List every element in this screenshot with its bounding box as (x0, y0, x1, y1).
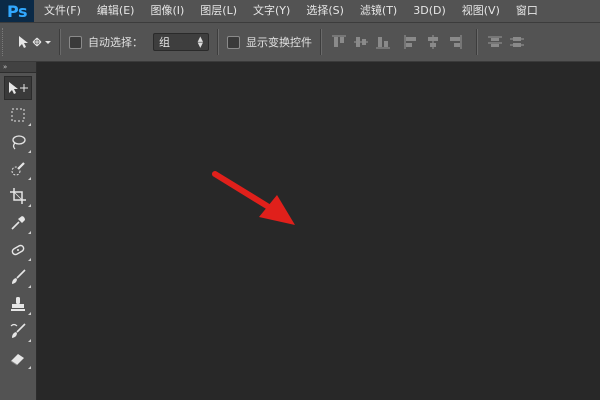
options-bar-grip[interactable] (2, 28, 9, 56)
tool-submenu-indicator (28, 285, 31, 288)
brush-icon (12, 269, 26, 284)
auto-select-value: 组 (159, 36, 170, 49)
menu-items: 文件(F) 编辑(E) 图像(I) 图层(L) 文字(Y) 选择(S) 滤镜(T… (34, 0, 544, 22)
menu-view[interactable]: 视图(V) (452, 0, 506, 22)
eyedropper-tool[interactable] (4, 211, 32, 235)
menu-3d[interactable]: 3D(D) (403, 0, 452, 22)
photoshop-logo: Ps (0, 0, 34, 22)
rectangular-marquee-tool[interactable] (4, 103, 32, 127)
tool-submenu-indicator (28, 177, 31, 180)
red-arrow-annotation-icon (212, 171, 295, 225)
distribute-top-edges-icon[interactable] (486, 33, 504, 51)
tool-submenu-indicator (28, 150, 31, 153)
align-left-edges-icon[interactable] (402, 33, 420, 51)
brush-tool[interactable] (4, 265, 32, 289)
menu-file[interactable]: 文件(F) (34, 0, 87, 22)
move-tool[interactable] (4, 76, 32, 100)
clone-stamp-icon (11, 297, 25, 311)
distribute-buttons (486, 33, 530, 51)
tool-submenu-indicator (28, 258, 31, 261)
auto-select-dropdown[interactable]: 组 ▲ ▼ (153, 33, 209, 51)
align-horizontal-centers-icon[interactable] (424, 33, 442, 51)
menu-layer[interactable]: 图层(L) (190, 0, 243, 22)
lasso-tool[interactable] (4, 130, 32, 154)
separator (476, 29, 478, 55)
clone-stamp-tool[interactable] (4, 292, 32, 316)
crop-tool[interactable] (4, 184, 32, 208)
healing-brush-icon (11, 244, 25, 256)
menu-filter[interactable]: 滤镜(T) (350, 0, 403, 22)
lasso-icon (12, 135, 26, 150)
tool-submenu-indicator (28, 339, 31, 342)
menu-edit[interactable]: 编辑(E) (87, 0, 141, 22)
show-transform-label: 显示变换控件 (246, 36, 312, 49)
show-transform-checkbox[interactable] (227, 35, 240, 49)
move-tool-icon (19, 36, 51, 48)
eyedropper-icon (11, 216, 25, 230)
align-right-edges-icon[interactable] (446, 33, 464, 51)
separator (59, 29, 61, 55)
tools-panel: » (0, 62, 37, 400)
rectangular-marquee-icon (11, 108, 25, 122)
eraser-tool[interactable] (4, 346, 32, 370)
align-vertical-centers-icon[interactable] (352, 33, 370, 51)
tool-submenu-indicator (28, 312, 31, 315)
dropdown-arrows-icon: ▲ ▼ (197, 35, 203, 49)
tool-submenu-indicator (28, 204, 31, 207)
menu-bar: Ps 文件(F) 编辑(E) 图像(I) 图层(L) 文字(Y) 选择(S) 滤… (0, 0, 600, 23)
move-tool-icon (9, 82, 28, 94)
quick-selection-tool[interactable] (4, 157, 32, 181)
tool-submenu-indicator (28, 123, 31, 126)
eraser-icon (10, 354, 24, 366)
menu-select[interactable]: 选择(S) (296, 0, 350, 22)
tool-preset-picker[interactable] (17, 30, 51, 54)
separator (217, 29, 219, 55)
options-bar: 自动选择： 组 ▲ ▼ 显示变换控件 (0, 23, 600, 62)
align-buttons (330, 33, 468, 51)
separator (320, 29, 322, 55)
align-bottom-edges-icon[interactable] (374, 33, 392, 51)
tool-submenu-indicator (28, 231, 31, 234)
history-brush-tool[interactable] (4, 319, 32, 343)
auto-select-checkbox[interactable] (69, 35, 82, 49)
tools-panel-collapse[interactable]: » (0, 62, 36, 73)
align-top-edges-icon[interactable] (330, 33, 348, 51)
menu-window[interactable]: 窗口 (506, 0, 544, 22)
healing-brush-tool[interactable] (4, 238, 32, 262)
history-brush-icon (10, 323, 26, 338)
crop-icon (10, 188, 26, 204)
quick-selection-icon (11, 162, 25, 176)
menu-type[interactable]: 文字(Y) (243, 0, 296, 22)
menu-image[interactable]: 图像(I) (140, 0, 190, 22)
auto-select-label: 自动选择： (88, 36, 143, 49)
tool-submenu-indicator (28, 366, 31, 369)
distribute-vertical-centers-icon[interactable] (508, 33, 526, 51)
canvas-workspace[interactable] (37, 62, 600, 400)
